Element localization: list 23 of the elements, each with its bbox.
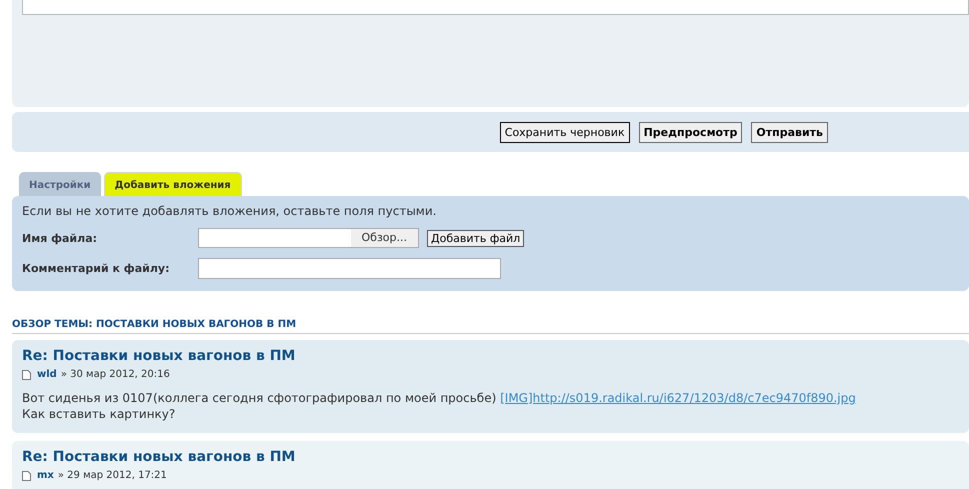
tab[interactable]: Добавить вложения xyxy=(104,172,242,196)
comment-field[interactable] xyxy=(198,258,501,279)
message-textarea[interactable] xyxy=(22,0,969,15)
post-author[interactable]: wld xyxy=(37,369,57,380)
post-title[interactable]: Re: Поставки новых вагонов в ПМ xyxy=(22,449,959,465)
document-icon xyxy=(22,470,31,480)
add-file-button[interactable]: Добавить файл xyxy=(427,230,524,246)
post-text: Вот сиденья из 0107(коллега сегодня сфотографировал по моей просьбе) xyxy=(22,391,496,405)
post-date: » 29 мар 2012, 17:21 xyxy=(58,470,167,481)
post-author[interactable]: mx xyxy=(37,470,54,481)
field-label: Имя файла: xyxy=(22,232,98,244)
topic-review-heading: ОБЗОР ТЕМЫ: ПОСТАВКИ НОВЫХ ВАГОНОВ В ПМ xyxy=(12,319,969,334)
attachments-note: Если вы не хотите добавлять вложения, оставьте поля пустыми. xyxy=(22,204,438,218)
field-label: Комментарий к файлу: xyxy=(22,262,170,275)
file-input[interactable]: Обзор... xyxy=(198,228,419,248)
form-button[interactable]: Сохранить черновик xyxy=(500,122,630,142)
browse-button[interactable]: Обзор... xyxy=(350,229,418,247)
document-icon xyxy=(22,370,31,380)
post-date: » 30 мар 2012, 20:16 xyxy=(60,369,170,380)
form-button[interactable]: Отправить xyxy=(751,122,828,142)
post-text: Как вставить картинку? xyxy=(22,407,176,421)
post-title[interactable]: Re: Поставки новых вагонов в ПМ xyxy=(22,348,959,364)
form-button[interactable]: Предпросмотр xyxy=(638,122,742,142)
